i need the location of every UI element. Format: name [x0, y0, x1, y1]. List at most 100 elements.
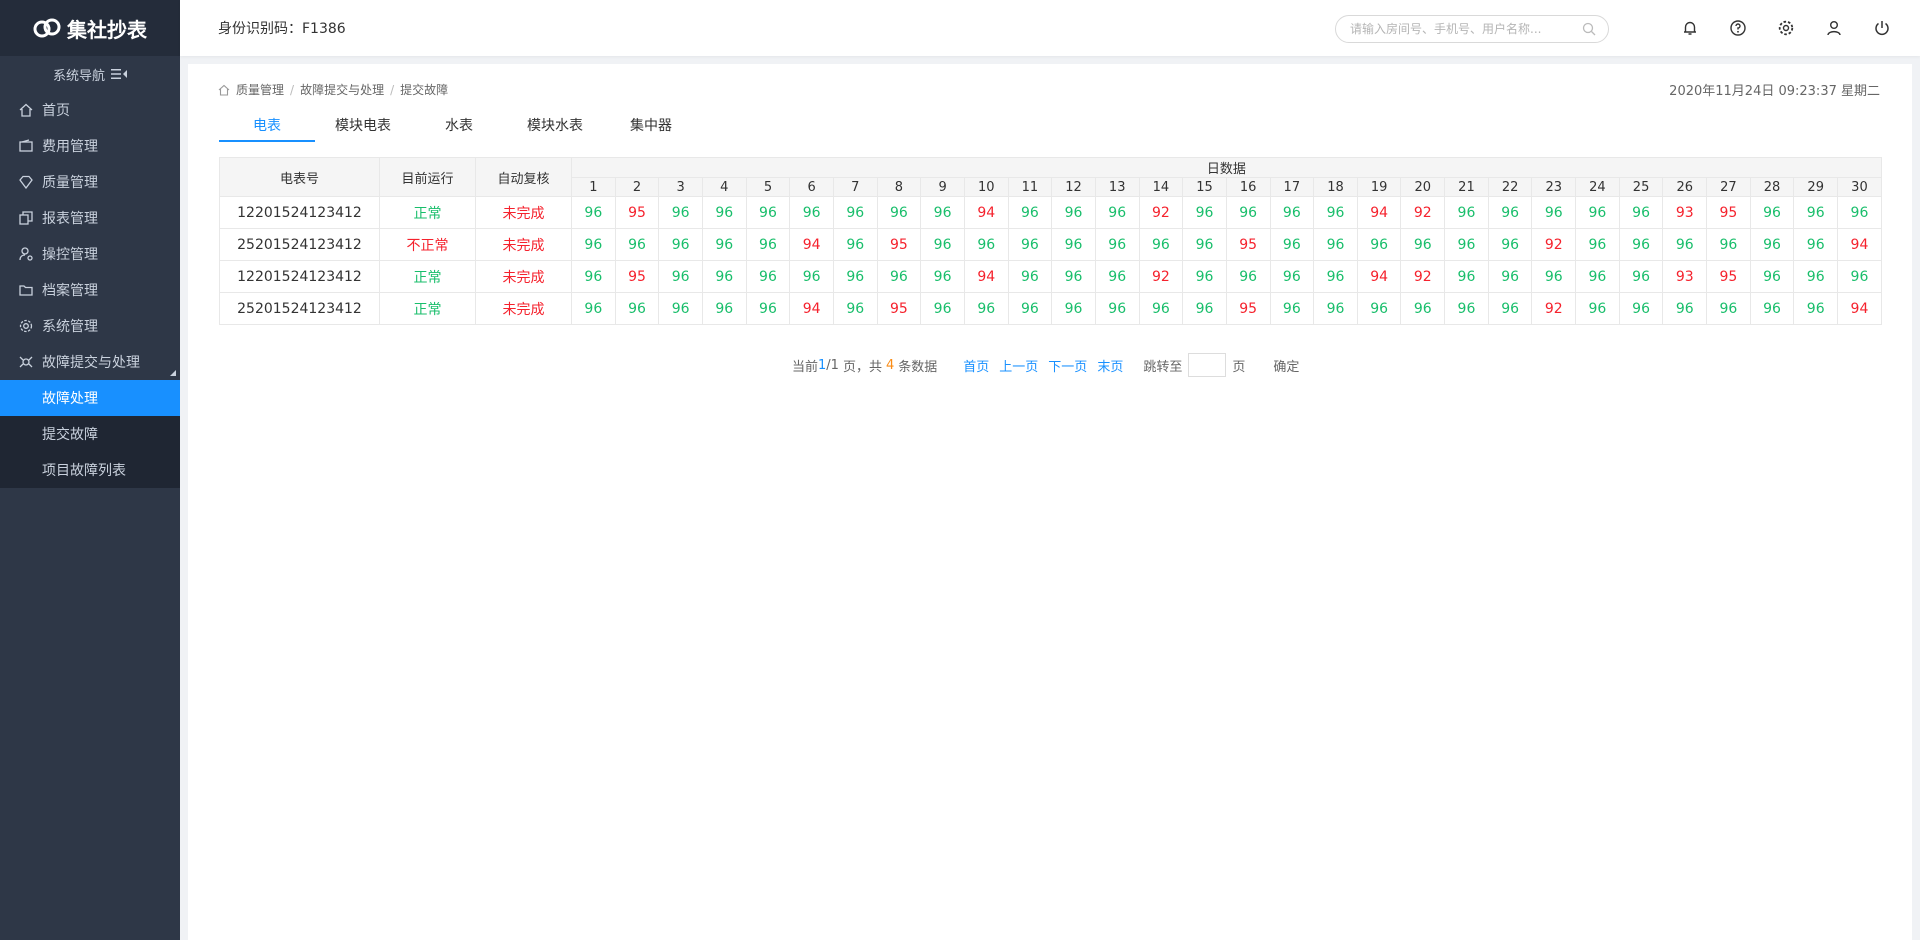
- daily-value-cell: 96: [1182, 228, 1227, 261]
- daily-value-cell: 96: [1487, 292, 1533, 325]
- table-row[interactable]: 25201524123412 不正常 未完成 96 96 96 96 96 94 96 95 96 96…: [219, 228, 1882, 261]
- tab-module-electric-meter[interactable]: 模块电表: [315, 112, 411, 142]
- day-header: 25: [1618, 177, 1664, 197]
- daily-value-cell: 96: [963, 292, 1009, 325]
- daily-value-cell: 96: [1531, 196, 1577, 229]
- table-row[interactable]: 25201524123412 正常 未完成 96 96 96 96 96 94 96 95 96 96 9…: [219, 292, 1882, 325]
- next-page-link[interactable]: 下一页: [1048, 356, 1087, 375]
- home-icon[interactable]: [218, 84, 230, 96]
- daily-data-table: 电表号 目前运行 自动复核 日数据 1 2 3 4 5 6 7 8 9 10 11 12 13 14 15 1…: [219, 157, 1882, 325]
- daily-value-cell: 96: [745, 196, 791, 229]
- daily-value-cell: 94: [789, 292, 834, 325]
- day-header: 10: [963, 177, 1009, 197]
- daily-value-cell: 96: [1313, 228, 1358, 261]
- daily-value-cell: 96: [1575, 196, 1620, 229]
- power-icon[interactable]: [1870, 16, 1894, 40]
- daily-value-cell: 96: [1269, 196, 1315, 229]
- day-header: 28: [1749, 177, 1795, 197]
- daily-value-cell: 96: [832, 196, 878, 229]
- tab-module-water-meter[interactable]: 模块水表: [507, 112, 603, 142]
- submenu-item-project-fault-list[interactable]: 项目故障列表: [0, 452, 180, 488]
- day-header: 27: [1706, 177, 1751, 197]
- nav-toggle[interactable]: 系统导航: [0, 56, 180, 92]
- pager-prefix: 当前: [792, 359, 819, 375]
- search-icon[interactable]: [1582, 22, 1596, 36]
- pager-total-pages: /1: [826, 357, 839, 373]
- top-header: 身份识别码：F1386: [180, 0, 1920, 56]
- breadcrumb: 质量管理 / 故障提交与处理 / 提交故障: [218, 81, 448, 98]
- daily-value-cell: 95: [614, 260, 660, 293]
- breadcrumb-item[interactable]: 质量管理: [236, 81, 284, 98]
- daily-value-cell: 96: [1094, 196, 1140, 229]
- settings-icon[interactable]: [1774, 16, 1798, 40]
- last-page-link[interactable]: 末页: [1097, 356, 1123, 375]
- jump-page-input[interactable]: [1188, 353, 1227, 377]
- daily-value-cell: 96: [658, 292, 703, 325]
- diamond-icon: [18, 174, 34, 190]
- breadcrumb-separator: /: [290, 82, 295, 97]
- tab-water-meter[interactable]: 水表: [411, 112, 507, 142]
- daily-value-cell: 96: [1094, 292, 1140, 325]
- sidebar-item-system[interactable]: 系统管理: [0, 308, 180, 344]
- prev-page-link[interactable]: 上一页: [999, 356, 1038, 375]
- main-panel: 质量管理 / 故障提交与处理 / 提交故障 2020年11月24日 09:23:…: [188, 64, 1912, 940]
- daily-value-cell: 96: [1706, 292, 1751, 325]
- day-header: 18: [1313, 177, 1358, 197]
- daily-value-cell: 94: [1356, 260, 1402, 293]
- first-page-link[interactable]: 首页: [963, 356, 989, 375]
- pager-current-page: 1: [818, 357, 827, 373]
- daily-value-cell: 96: [1051, 260, 1096, 293]
- tab-electric-meter[interactable]: 电表: [219, 112, 315, 142]
- sidebar-item-faults[interactable]: 故障提交与处理: [0, 344, 180, 380]
- breadcrumb-item[interactable]: 故障提交与处理: [300, 81, 384, 98]
- day-header: 22: [1487, 177, 1533, 197]
- table-row[interactable]: 12201524123412 正常 未完成 96 95 96 96 96 96 96 96 96 94 9…: [219, 260, 1882, 293]
- sidebar-item-reports[interactable]: 报表管理: [0, 200, 180, 236]
- day-header: 8: [876, 177, 922, 197]
- header-daily-data: 日数据: [571, 157, 1882, 178]
- user-icon[interactable]: [1822, 16, 1846, 40]
- daily-value-cell: 96: [1182, 196, 1227, 229]
- bell-icon[interactable]: [1678, 16, 1702, 40]
- sidebar-item-control[interactable]: 操控管理: [0, 236, 180, 272]
- daily-value-cell: 96: [1094, 260, 1140, 293]
- day-header: 3: [658, 177, 703, 197]
- daily-value-cell: 96: [1575, 292, 1620, 325]
- sidebar-item-fees[interactable]: 费用管理: [0, 128, 180, 164]
- daily-value-cell: 96: [1138, 292, 1184, 325]
- jump-confirm-button[interactable]: 确定: [1273, 356, 1299, 375]
- tab-concentrator[interactable]: 集中器: [603, 112, 699, 142]
- daily-value-cell: 96: [876, 196, 922, 229]
- pager-record-count: 4: [885, 357, 895, 373]
- pager-mid: 页，共: [842, 359, 882, 375]
- daily-value-cell: 96: [1793, 292, 1839, 325]
- help-icon[interactable]: [1726, 16, 1750, 40]
- sidebar-item-quality[interactable]: 质量管理: [0, 164, 180, 200]
- sidebar-item-archives[interactable]: 档案管理: [0, 272, 180, 308]
- daily-value-cell: 96: [1575, 260, 1620, 293]
- daily-value-cell: 96: [920, 196, 965, 229]
- daily-value-cell: 96: [658, 260, 703, 293]
- sidebar-item-home[interactable]: 首页: [0, 92, 180, 128]
- search-input[interactable]: [1348, 21, 1582, 37]
- daily-value-cell: 96: [1269, 228, 1315, 261]
- daily-value-cell: 96: [658, 228, 703, 261]
- daily-value-cell: 93: [1662, 196, 1708, 229]
- daily-value-cell: 96: [1749, 260, 1795, 293]
- daily-value-cell: 92: [1531, 228, 1577, 261]
- daily-value-cell: 96: [832, 260, 878, 293]
- daily-value-cell: 96: [1400, 228, 1446, 261]
- day-header: 7: [832, 177, 878, 197]
- daily-value-cell: 96: [1837, 260, 1882, 293]
- submenu-item-submit-fault[interactable]: 提交故障: [0, 416, 180, 452]
- table-row[interactable]: 12201524123412 正常 未完成 96 95 96 96 96 96 96 96 96 94 9…: [219, 196, 1882, 229]
- identity-code: 身份识别码：F1386: [218, 21, 346, 37]
- jump-label: 跳转至: [1143, 359, 1183, 375]
- daily-value-cell: 96: [1356, 292, 1402, 325]
- recheck-status-cell: 未完成: [475, 260, 572, 293]
- daily-value-cell: 96: [1793, 196, 1839, 229]
- submenu-item-fault-handling[interactable]: 故障处理: [0, 380, 180, 416]
- day-header: 1: [571, 177, 616, 197]
- daily-value-cell: 96: [1487, 228, 1533, 261]
- day-header: 9: [920, 177, 965, 197]
